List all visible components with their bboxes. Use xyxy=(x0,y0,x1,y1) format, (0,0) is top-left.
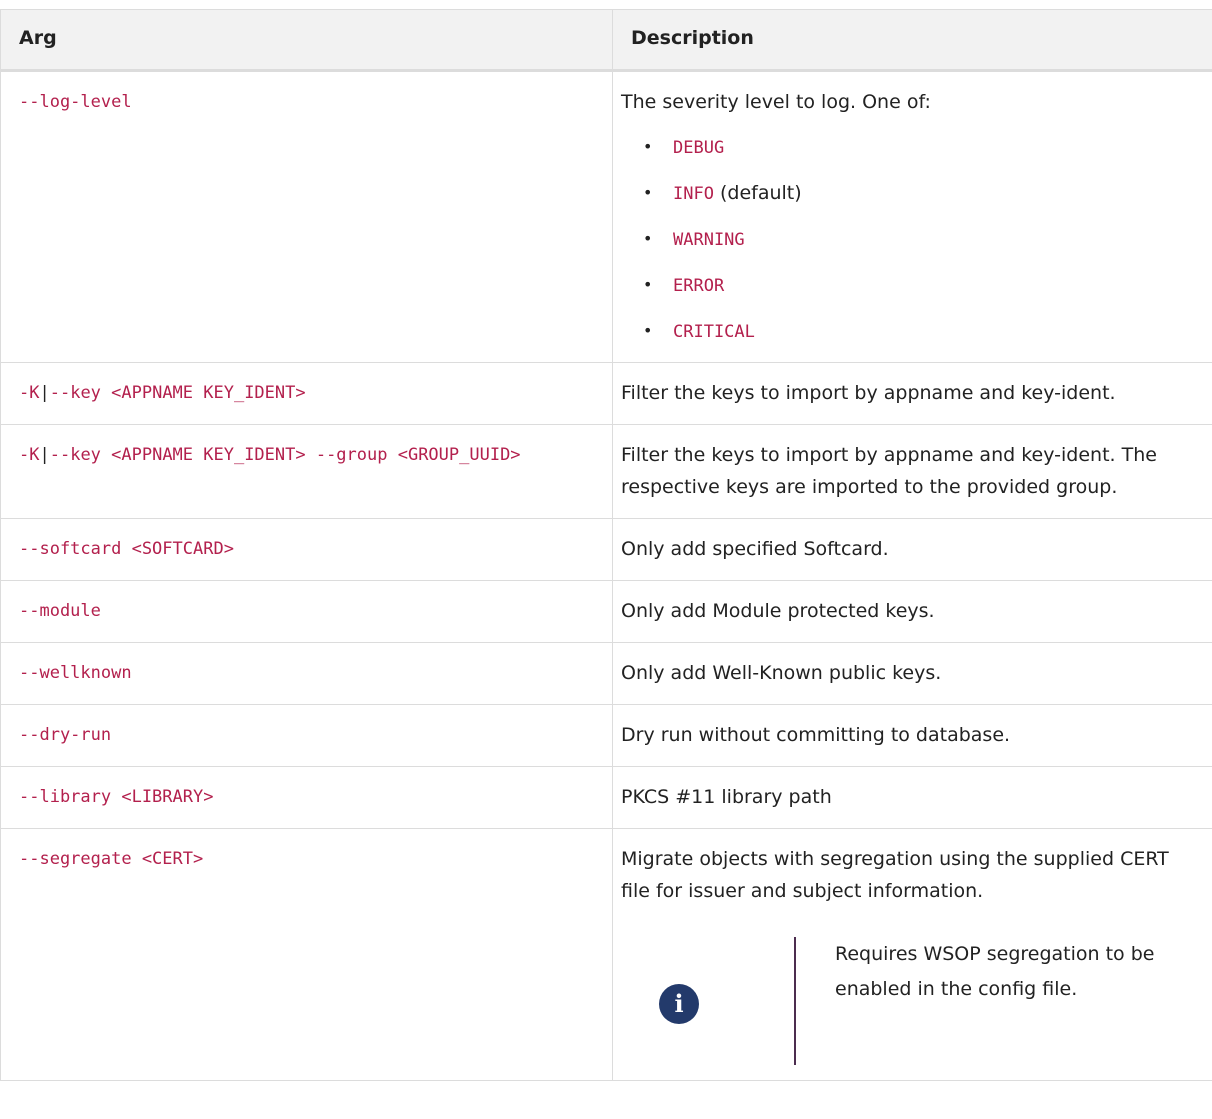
note-divider xyxy=(794,937,796,1065)
table-row: --log-level The severity level to log. O… xyxy=(0,70,1212,363)
bullet-icon: • xyxy=(643,137,653,156)
segregate-text: Migrate objects with segregation using t… xyxy=(621,848,1169,902)
level-debug: DEBUG xyxy=(673,138,725,158)
arg-softcard: --softcard <SOFTCARD> xyxy=(0,518,613,581)
desc-softcard: Only add specified Softcard. xyxy=(612,518,1212,581)
table-row: -K|--key <APPNAME KEY_IDENT> Filter the … xyxy=(0,362,1212,425)
level-warning: WARNING xyxy=(673,230,745,250)
arg-key-short: -K xyxy=(19,383,40,403)
table-row: --segregate <CERT> Migrate objects with … xyxy=(0,828,1212,1081)
desc-key: Filter the keys to import by appname and… xyxy=(612,362,1212,425)
desc-key-group: Filter the keys to import by appname and… xyxy=(612,424,1212,519)
arg-log-level: --log-level xyxy=(0,70,613,363)
table-row: --softcard <SOFTCARD> Only add specified… xyxy=(0,518,1212,581)
arg-library: --library <LIBRARY> xyxy=(0,766,613,829)
desc-wellknown: Only add Well-Known public keys. xyxy=(612,642,1212,705)
level-info-default: (default) xyxy=(713,182,802,204)
log-level-list: • DEBUG • INFO (default) • WARNING • ERROR •… xyxy=(621,132,1182,347)
level-critical: CRITICAL xyxy=(673,322,755,342)
table-header-row: Arg Description xyxy=(0,9,1212,72)
table-row: --library <LIBRARY> PKCS #11 library pat… xyxy=(0,766,1212,829)
level-info: INFO xyxy=(673,184,714,204)
admonition-note: i Requires WSOP segregation to be enable… xyxy=(621,937,1182,1065)
header-description: Description xyxy=(612,9,1212,72)
list-item: • INFO (default) xyxy=(643,178,1182,209)
table-row: --wellknown Only add Well-Known public k… xyxy=(0,642,1212,705)
desc-module: Only add Module protected keys. xyxy=(612,580,1212,643)
list-item: • WARNING xyxy=(643,224,1182,255)
arg-wellknown: --wellknown xyxy=(0,642,613,705)
desc-log-level: The severity level to log. One of: • DEBU… xyxy=(612,70,1212,363)
bullet-icon: • xyxy=(643,321,653,340)
desc-dry-run: Dry run without committing to database. xyxy=(612,704,1212,767)
bullet-icon: • xyxy=(643,183,653,202)
list-item: • ERROR xyxy=(643,270,1182,301)
header-arg: Arg xyxy=(0,9,613,72)
arg-key-group-long: --key <APPNAME KEY_IDENT> --group <GROUP… xyxy=(49,445,521,465)
bullet-icon: • xyxy=(643,275,653,294)
arg-key-long: --key <APPNAME KEY_IDENT> xyxy=(49,383,306,403)
arg-key: -K|--key <APPNAME KEY_IDENT> xyxy=(0,362,613,425)
log-level-intro: The severity level to log. One of: xyxy=(621,91,931,113)
list-item: • DEBUG xyxy=(643,132,1182,163)
table-row: --dry-run Dry run without committing to … xyxy=(0,704,1212,767)
arg-key-group: -K|--key <APPNAME KEY_IDENT> --group <GR… xyxy=(0,424,613,519)
info-icon: i xyxy=(659,984,699,1024)
table-row: --module Only add Module protected keys. xyxy=(0,580,1212,643)
arg-segregate: --segregate <CERT> xyxy=(0,828,613,1081)
list-item: • CRITICAL xyxy=(643,316,1182,347)
desc-segregate: Migrate objects with segregation using t… xyxy=(612,828,1212,1081)
arg-key-group-sep: | xyxy=(39,445,50,465)
level-error: ERROR xyxy=(673,276,725,296)
arg-key-group-short: -K xyxy=(19,445,40,465)
desc-library: PKCS #11 library path xyxy=(612,766,1212,829)
table-row: -K|--key <APPNAME KEY_IDENT> --group <GR… xyxy=(0,424,1212,519)
bullet-icon: • xyxy=(643,229,653,248)
arg-key-sep: | xyxy=(39,383,50,403)
note-text: Requires WSOP segregation to be enabled … xyxy=(835,943,1155,1000)
args-table: Arg Description --log-level The severity… xyxy=(0,9,1212,1081)
arg-dry-run: --dry-run xyxy=(0,704,613,767)
arg-module: --module xyxy=(0,580,613,643)
